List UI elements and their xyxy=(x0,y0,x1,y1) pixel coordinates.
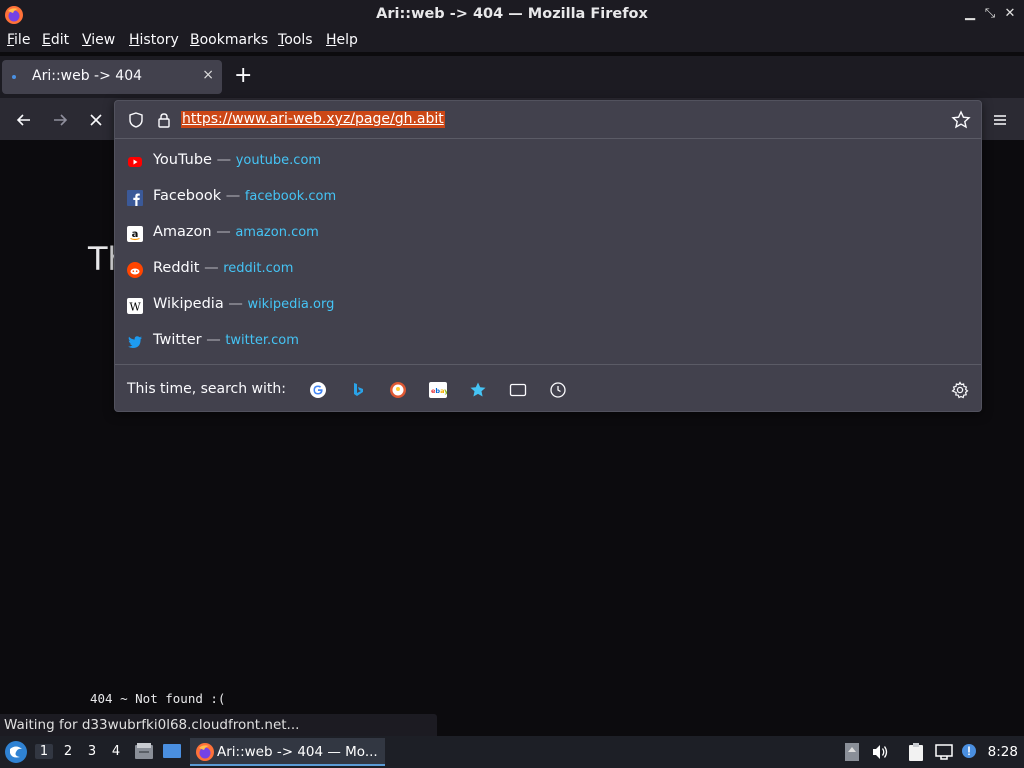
workspace-3[interactable]: 3 xyxy=(83,744,101,759)
hamburger-menu-icon[interactable] xyxy=(990,110,1010,130)
suggestion-url: amazon.com xyxy=(235,225,319,240)
suggestion-title: Twitter xyxy=(153,332,202,348)
ebay-icon[interactable]: ebay xyxy=(429,381,447,399)
google-icon[interactable] xyxy=(309,381,327,399)
amazon-icon: a xyxy=(127,226,143,242)
suggestion-url: youtube.com xyxy=(235,153,322,168)
youtube-icon xyxy=(128,157,142,167)
window-titlebar: Ari::web -> 404 — Mozilla Firefox ▁ ⤡ ✕ xyxy=(0,0,1024,30)
tab-close-icon[interactable]: × xyxy=(202,67,214,83)
one-off-search-bar: This time, search with: ebay xyxy=(115,365,981,411)
start-menu-icon[interactable] xyxy=(4,740,28,764)
menu-history[interactable]: History xyxy=(129,32,179,48)
taskbar: 1 2 3 4 Ari::web -> 404 — Mo... 8:28 xyxy=(0,736,1024,768)
taskbar-firefox-window[interactable]: Ari::web -> 404 — Mo... xyxy=(190,738,385,766)
menu-view[interactable]: View xyxy=(82,32,115,48)
workspace-2[interactable]: 2 xyxy=(59,744,77,759)
clipboard-icon[interactable] xyxy=(906,742,926,762)
suggestion-row[interactable]: Facebook — facebook.com xyxy=(115,180,981,216)
taskbar-window-label: Ari::web -> 404 — Mo... xyxy=(217,744,378,760)
menu-edit[interactable]: Edit xyxy=(42,32,69,48)
file-manager-icon[interactable] xyxy=(134,741,154,761)
menu-help[interactable]: Help xyxy=(326,32,358,48)
url-input[interactable]: https://www.ari-web.xyz/page/gh.abit xyxy=(181,111,445,128)
show-desktop-icon[interactable] xyxy=(162,741,182,761)
suggestion-url: facebook.com xyxy=(244,189,337,204)
tab-strip: Ari::web -> 404 × + xyxy=(0,56,1024,98)
suggestion-url: wikipedia.org xyxy=(247,297,335,312)
bookmarks-star-icon[interactable] xyxy=(469,381,487,399)
urlbar[interactable]: https://www.ari-web.xyz/page/gh.abit xyxy=(115,101,981,139)
status-text: Waiting for d33wubrfki0l68.cloudfront.ne… xyxy=(4,717,300,733)
suggestion-title: Reddit xyxy=(153,260,200,276)
back-arrow-icon[interactable] xyxy=(14,110,34,130)
firefox-taskbar-icon xyxy=(196,743,214,761)
bookmark-star-icon[interactable] xyxy=(951,110,971,130)
stop-loading-icon[interactable] xyxy=(86,110,106,130)
menu-bar: File Edit View History Bookmarks Tools H… xyxy=(0,30,1024,52)
facebook-icon xyxy=(127,190,143,206)
eject-icon[interactable] xyxy=(842,742,862,762)
minimize-button[interactable]: ▁ xyxy=(962,5,978,23)
duckduckgo-icon[interactable] xyxy=(389,381,407,399)
one-off-label: This time, search with: xyxy=(127,381,286,397)
menu-file[interactable]: File xyxy=(7,32,30,48)
wikipedia-icon: W xyxy=(127,298,143,314)
forward-arrow-icon[interactable] xyxy=(50,110,70,130)
tab-label: Ari::web -> 404 xyxy=(32,68,143,84)
status-panel: Waiting for d33wubrfki0l68.cloudfront.ne… xyxy=(0,714,437,738)
svg-text:ebay: ebay xyxy=(431,387,447,395)
tabs-icon[interactable] xyxy=(509,381,527,399)
window-title: Ari::web -> 404 — Mozilla Firefox xyxy=(376,6,648,22)
bing-icon[interactable] xyxy=(349,381,367,399)
volume-icon[interactable] xyxy=(870,742,890,762)
svg-text:a: a xyxy=(132,229,139,240)
suggestion-url: twitter.com xyxy=(225,333,299,348)
network-icon[interactable] xyxy=(934,742,954,762)
close-window-button[interactable]: ✕ xyxy=(1002,5,1018,23)
history-clock-icon[interactable] xyxy=(549,381,567,399)
suggestion-url: reddit.com xyxy=(223,261,294,276)
loading-indicator-icon xyxy=(12,75,16,79)
taskbar-clock[interactable]: 8:28 xyxy=(988,744,1018,760)
suggestion-row[interactable]: a Amazon — amazon.com xyxy=(115,216,981,252)
tracking-shield-icon[interactable] xyxy=(127,111,145,129)
new-tab-button[interactable]: + xyxy=(234,65,252,87)
tab-active[interactable]: Ari::web -> 404 × xyxy=(2,60,222,94)
lock-icon[interactable] xyxy=(155,111,173,129)
svg-text:W: W xyxy=(129,301,141,314)
urlbar-popup: https://www.ari-web.xyz/page/gh.abit You… xyxy=(114,100,982,412)
notifications-icon[interactable] xyxy=(960,742,980,762)
not-found-text: 404 ~ Not found :( xyxy=(90,691,226,706)
suggestion-row[interactable]: Twitter — twitter.com xyxy=(115,324,981,360)
workspace-1[interactable]: 1 xyxy=(35,744,53,759)
suggestion-row[interactable]: Reddit — reddit.com xyxy=(115,252,981,288)
maximize-button[interactable]: ⤡ xyxy=(982,5,998,23)
suggestion-title: YouTube xyxy=(153,152,212,168)
suggestion-row[interactable]: YouTube — youtube.com xyxy=(115,144,981,180)
suggestion-row[interactable]: W Wikipedia — wikipedia.org xyxy=(115,288,981,324)
suggestion-title: Wikipedia xyxy=(153,296,224,312)
suggestion-title: Amazon xyxy=(153,224,212,240)
menu-bookmarks[interactable]: Bookmarks xyxy=(190,32,268,48)
reddit-icon xyxy=(127,262,143,278)
search-settings-gear-icon[interactable] xyxy=(951,381,969,399)
workspace-4[interactable]: 4 xyxy=(107,744,125,759)
twitter-icon xyxy=(128,336,142,348)
suggestion-title: Facebook xyxy=(153,188,222,204)
menu-tools[interactable]: Tools xyxy=(278,32,313,48)
